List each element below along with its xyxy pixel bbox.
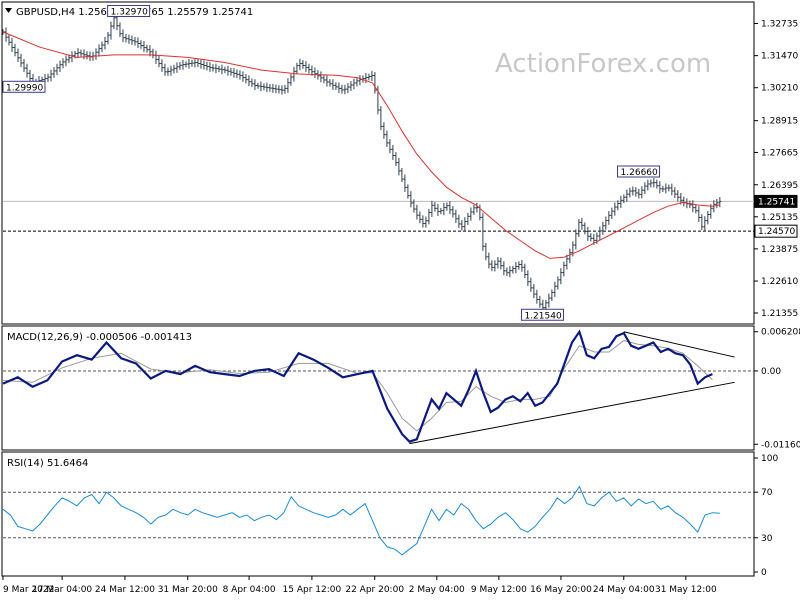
price-tick-label: 1.30210 bbox=[761, 84, 798, 94]
macd-tick-label: 0.006208 bbox=[761, 328, 800, 338]
chart-canvas: ActionForex.com GBPUSD,H4 1.25693 1.2576… bbox=[1, 1, 800, 595]
price-tick-label: 1.31470 bbox=[761, 52, 798, 62]
x-tick-label: 17 Mar 04:00 bbox=[32, 585, 92, 595]
x-tick-label: 31 Mar 20:00 bbox=[158, 585, 218, 595]
price-annotation-label: 1.32970 bbox=[111, 7, 148, 17]
rsi-panel-frame bbox=[1, 451, 755, 577]
support-level-label: 1.24570 bbox=[758, 227, 795, 237]
price-annotation-label: 1.29990 bbox=[6, 83, 43, 93]
x-tick-label: 24 Mar 12:00 bbox=[95, 585, 155, 595]
rsi-tick-label: 100 bbox=[761, 454, 778, 464]
macd-tick-label: 0.00 bbox=[761, 367, 781, 377]
x-tick-label: 9 May 12:00 bbox=[471, 585, 527, 595]
x-tick-label: 24 May 04:00 bbox=[593, 585, 655, 595]
price-tick-label: 1.25135 bbox=[761, 213, 798, 223]
rsi-line bbox=[2, 485, 720, 556]
macd-line bbox=[2, 329, 713, 443]
x-tick-label: 22 Apr 20:00 bbox=[345, 585, 404, 595]
macd-tick-label: -0.011607 bbox=[761, 440, 800, 450]
rsi-tick-label: 0 bbox=[761, 568, 767, 578]
price-tick-label: 1.32735 bbox=[761, 19, 798, 29]
last-price-label: 1.25741 bbox=[758, 197, 795, 207]
price-annotation-label: 1.26660 bbox=[621, 168, 658, 178]
price-tick-label: 1.26395 bbox=[761, 181, 798, 191]
macd-label: MACD(12,26,9) -0.000506 -0.001413 bbox=[7, 332, 192, 343]
x-tick-label: 15 Apr 12:00 bbox=[283, 585, 342, 595]
macd-trendline bbox=[409, 381, 735, 445]
macd-layer bbox=[2, 329, 754, 445]
dropdown-triangle-icon[interactable] bbox=[5, 8, 12, 13]
price-tick-label: 1.27665 bbox=[761, 148, 798, 158]
x-tick-label: 2 May 04:00 bbox=[409, 585, 465, 595]
rsi-tick-label: 70 bbox=[761, 488, 773, 498]
x-tick-label: 8 Apr 04:00 bbox=[223, 585, 276, 595]
watermark: ActionForex.com bbox=[495, 49, 711, 79]
price-tick-label: 1.21355 bbox=[761, 309, 798, 319]
axis-layer: 1.32735 1.31470 1.30210 1.28915 1.27665 1.263… bbox=[2, 19, 800, 595]
rsi-tick-label: 30 bbox=[761, 534, 773, 544]
rsi-label: RSI(14) 51.6464 bbox=[7, 458, 88, 469]
price-annotation-label: 1.21540 bbox=[524, 311, 561, 321]
rsi-layer bbox=[2, 485, 754, 556]
price-tick-label: 1.28915 bbox=[761, 117, 798, 127]
price-tick-label: 1.23875 bbox=[761, 245, 798, 255]
x-tick-label: 16 May 20:00 bbox=[530, 585, 592, 595]
x-tick-label: 31 May 12:00 bbox=[655, 585, 717, 595]
macd-signal-line bbox=[2, 340, 713, 432]
price-tick-label: 1.22610 bbox=[761, 277, 798, 287]
